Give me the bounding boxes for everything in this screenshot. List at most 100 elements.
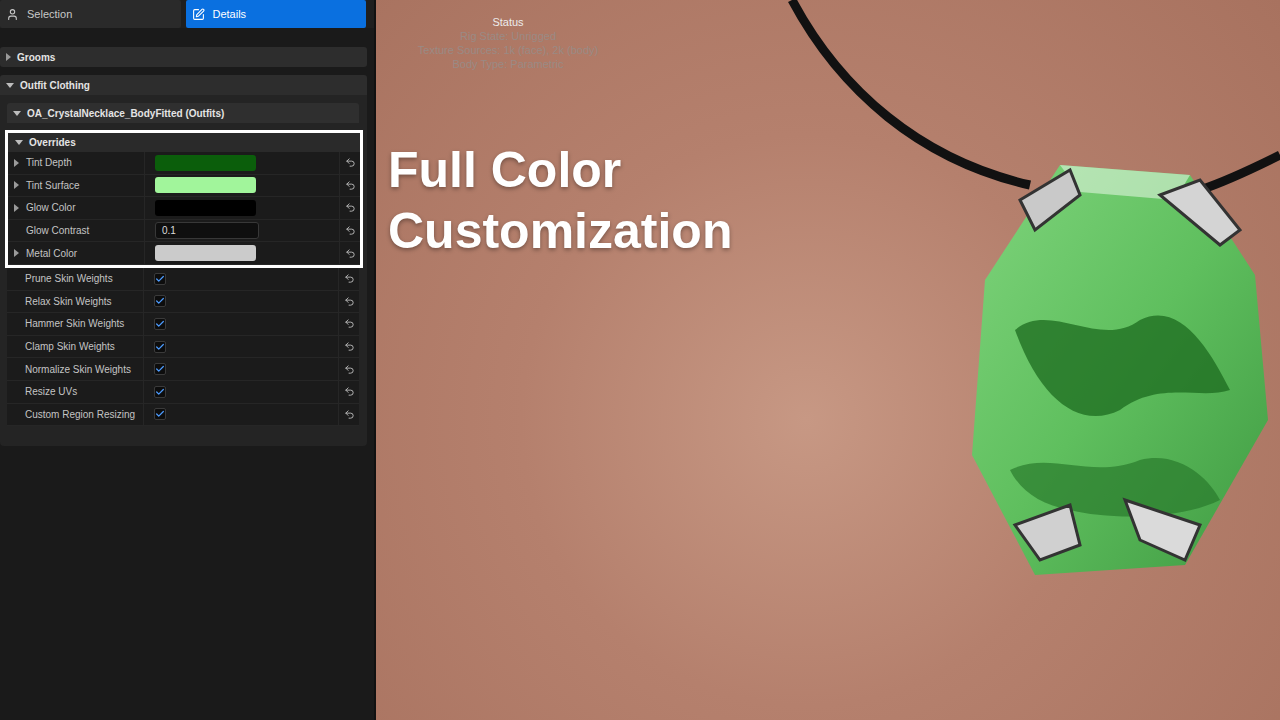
property-name: Prune Skin Weights — [7, 268, 143, 290]
property-value — [143, 291, 339, 313]
reset-button[interactable] — [340, 220, 360, 242]
reset-icon — [344, 364, 355, 375]
reset-button[interactable] — [339, 313, 359, 335]
reset-button[interactable] — [340, 152, 360, 174]
color-swatch[interactable] — [155, 155, 256, 171]
reset-icon — [344, 273, 355, 284]
outfit-header[interactable]: OA_CrystalNecklace_BodyFitted (Outfits) — [7, 103, 359, 123]
property-name: Tint Surface — [8, 175, 144, 197]
caret-icon[interactable] — [14, 159, 19, 167]
caret-icon[interactable] — [14, 181, 19, 189]
caret-icon[interactable] — [14, 249, 19, 257]
section-header[interactable]: Grooms — [0, 47, 367, 67]
option-row: Prune Skin Weights — [7, 268, 359, 291]
option-row: Clamp Skin Weights — [7, 336, 359, 359]
check-icon — [155, 342, 165, 352]
check-icon — [155, 319, 165, 329]
property-name: Custom Region Resizing — [7, 404, 143, 426]
checkbox[interactable] — [154, 318, 166, 330]
color-swatch[interactable] — [155, 200, 256, 216]
reset-button[interactable] — [339, 404, 359, 426]
property-name: Tint Depth — [8, 152, 144, 174]
reset-icon — [344, 386, 355, 397]
option-row: Hammer Skin Weights — [7, 313, 359, 336]
status-title: Status — [492, 15, 523, 29]
option-row: Custom Region Resizing — [7, 404, 359, 427]
property-value — [144, 152, 340, 174]
option-row: Resize UVs — [7, 381, 359, 404]
option-row: Relax Skin Weights — [7, 291, 359, 314]
color-swatch[interactable] — [155, 177, 256, 193]
checkbox[interactable] — [154, 341, 166, 353]
reset-icon — [345, 202, 356, 213]
property-value — [144, 175, 340, 197]
property-row: Glow Color — [8, 197, 360, 220]
status-line: Body Type: Parametric — [452, 57, 563, 71]
property-name: Relax Skin Weights — [7, 291, 143, 313]
color-swatch[interactable] — [155, 245, 256, 261]
reset-button[interactable] — [339, 381, 359, 403]
property-name: Glow Color — [8, 197, 144, 219]
property-row: Glow Contrast 0.1 — [8, 220, 360, 243]
check-icon — [155, 387, 165, 397]
reset-button[interactable] — [340, 175, 360, 197]
viewport[interactable]: StatusRig State: UnriggedTexture Sources… — [376, 0, 1280, 720]
property-value — [143, 404, 339, 426]
property-value — [144, 197, 340, 219]
pendant-render — [780, 0, 1280, 720]
reset-button[interactable] — [340, 197, 360, 219]
caret-icon — [15, 140, 23, 145]
overrides-header[interactable]: Overrides — [8, 133, 360, 152]
property-value: 0.1 — [144, 220, 340, 242]
property-value — [143, 313, 339, 335]
caret-icon[interactable] — [14, 204, 19, 212]
reset-icon — [344, 318, 355, 329]
caret-icon — [6, 83, 14, 88]
property-name: Resize UVs — [7, 381, 143, 403]
reset-icon — [345, 180, 356, 191]
checkbox[interactable] — [154, 273, 166, 285]
check-icon — [155, 296, 165, 306]
app: SelectionDetailsGroomsOutfit ClothingOA_… — [0, 0, 1280, 720]
panel-tab[interactable]: Details — [186, 0, 367, 28]
property-name: Normalize Skin Weights — [7, 358, 143, 380]
reset-icon — [345, 248, 356, 259]
checkbox[interactable] — [154, 363, 166, 375]
reset-button[interactable] — [340, 242, 360, 264]
reset-button[interactable] — [339, 268, 359, 290]
status-line: Texture Sources: 1k (face), 2k (body) — [418, 43, 598, 57]
section-header[interactable]: Outfit Clothing — [0, 75, 367, 95]
property-name: Glow Contrast — [8, 220, 144, 242]
property-name: Hammer Skin Weights — [7, 313, 143, 335]
person-icon — [6, 8, 19, 21]
checkbox[interactable] — [154, 295, 166, 307]
status-overlay: StatusRig State: UnriggedTexture Sources… — [398, 15, 618, 71]
check-icon — [155, 364, 165, 374]
checkbox[interactable] — [154, 408, 166, 420]
caret-icon — [6, 53, 11, 61]
reset-button[interactable] — [339, 291, 359, 313]
overrides-group: OverridesTint DepthTint SurfaceGlow Colo… — [5, 130, 363, 268]
details-panel: SelectionDetailsGroomsOutfit ClothingOA_… — [0, 0, 376, 720]
reset-button[interactable] — [339, 358, 359, 380]
check-icon — [155, 409, 165, 419]
property-row: Metal Color — [8, 242, 360, 265]
number-field[interactable]: 0.1 — [155, 222, 259, 239]
tab-bar: SelectionDetails — [0, 0, 374, 28]
property-value — [144, 242, 340, 264]
reset-icon — [345, 225, 356, 236]
property-value — [143, 336, 339, 358]
outfit-body: OA_CrystalNecklace_BodyFitted (Outfits) O… — [0, 95, 367, 446]
property-row: Tint Surface — [8, 175, 360, 198]
pencil-icon — [192, 8, 205, 21]
property-value — [143, 358, 339, 380]
reset-icon — [344, 409, 355, 420]
option-row: Normalize Skin Weights — [7, 358, 359, 381]
check-icon — [155, 274, 165, 284]
checkbox[interactable] — [154, 386, 166, 398]
details-content: GroomsOutfit ClothingOA_CrystalNecklace_… — [0, 28, 374, 446]
panel-tab[interactable]: Selection — [0, 0, 181, 28]
property-name: Metal Color — [8, 242, 144, 264]
promo-caption: Full ColorCustomization — [388, 140, 732, 262]
reset-button[interactable] — [339, 336, 359, 358]
